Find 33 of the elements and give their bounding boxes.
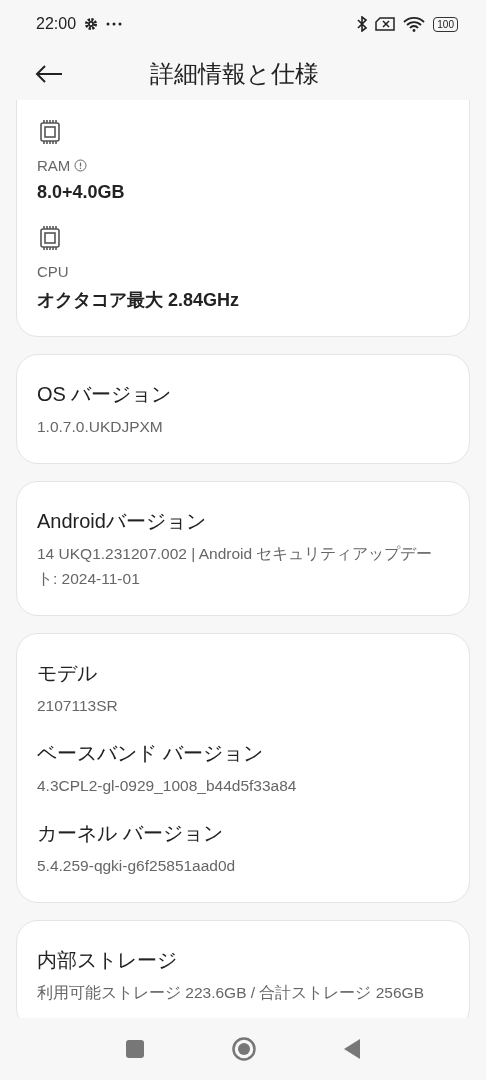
info-card[interactable]: Androidバージョン 14 UKQ1.231207.002 | Android セキュリティアップデート: 2024-11-01	[16, 481, 470, 616]
sim-icon	[375, 17, 396, 31]
item-value: 4.3CPL2-gl-0929_1008_b44d5f33a84	[37, 776, 298, 796]
gear-icon	[84, 17, 99, 31]
spec-value: 8.0+4.0GB	[37, 182, 125, 203]
item-title: 内部ストレージ	[37, 948, 178, 973]
spec-label: CPU	[37, 263, 69, 280]
item-value: 1.0.7.0.UKDJPXM	[37, 417, 164, 437]
item-title: モデル	[37, 661, 98, 686]
chip-icon	[37, 119, 63, 145]
more-icon	[106, 22, 123, 26]
item-value: 14 UKQ1.231207.002 | Android セキュリティアップデート: 2024-11-01	[37, 544, 434, 589]
item-value: 利用可能ストレージ 223.6GB / 合計ストレージ 256GB	[37, 983, 425, 1003]
back-nav-button[interactable]	[344, 1039, 360, 1059]
item-title: Androidバージョン	[37, 509, 207, 534]
home-button[interactable]	[232, 1037, 256, 1061]
info-icon	[74, 159, 88, 172]
item-title: OS バージョン	[37, 382, 173, 407]
item-value: 5.4.259-qgki-g6f25851aad0d	[37, 856, 237, 876]
info-card[interactable]: OS バージョン 1.0.7.0.UKDJPXM	[16, 354, 470, 464]
item-title: カーネル バージョン	[37, 821, 224, 846]
info-card[interactable]: モデル 2107113SR ベースバンド バージョン 4.3CPL2-gl-0929_1008_b44d5f33a84 カーネル バージョン 5.4.259-qgki-g6f25851aad0d	[16, 633, 470, 903]
info-card[interactable]: 内部ストレージ 利用可能ストレージ 223.6GB / 合計ストレージ 256GB	[16, 920, 470, 1018]
item-value: 2107113SR	[37, 696, 119, 716]
status-time: 22:00	[36, 15, 77, 33]
wifi-icon	[403, 16, 426, 32]
spec-label: RAM	[37, 157, 71, 174]
page-title: 詳細情報と仕様	[148, 59, 320, 89]
chip-icon	[37, 225, 63, 251]
spec-value: オクタコア最大 2.84GHz	[37, 289, 240, 312]
battery-level: 100	[433, 16, 458, 32]
item-title: ベースバンド バージョン	[37, 741, 264, 766]
bluetooth-icon	[357, 16, 368, 32]
